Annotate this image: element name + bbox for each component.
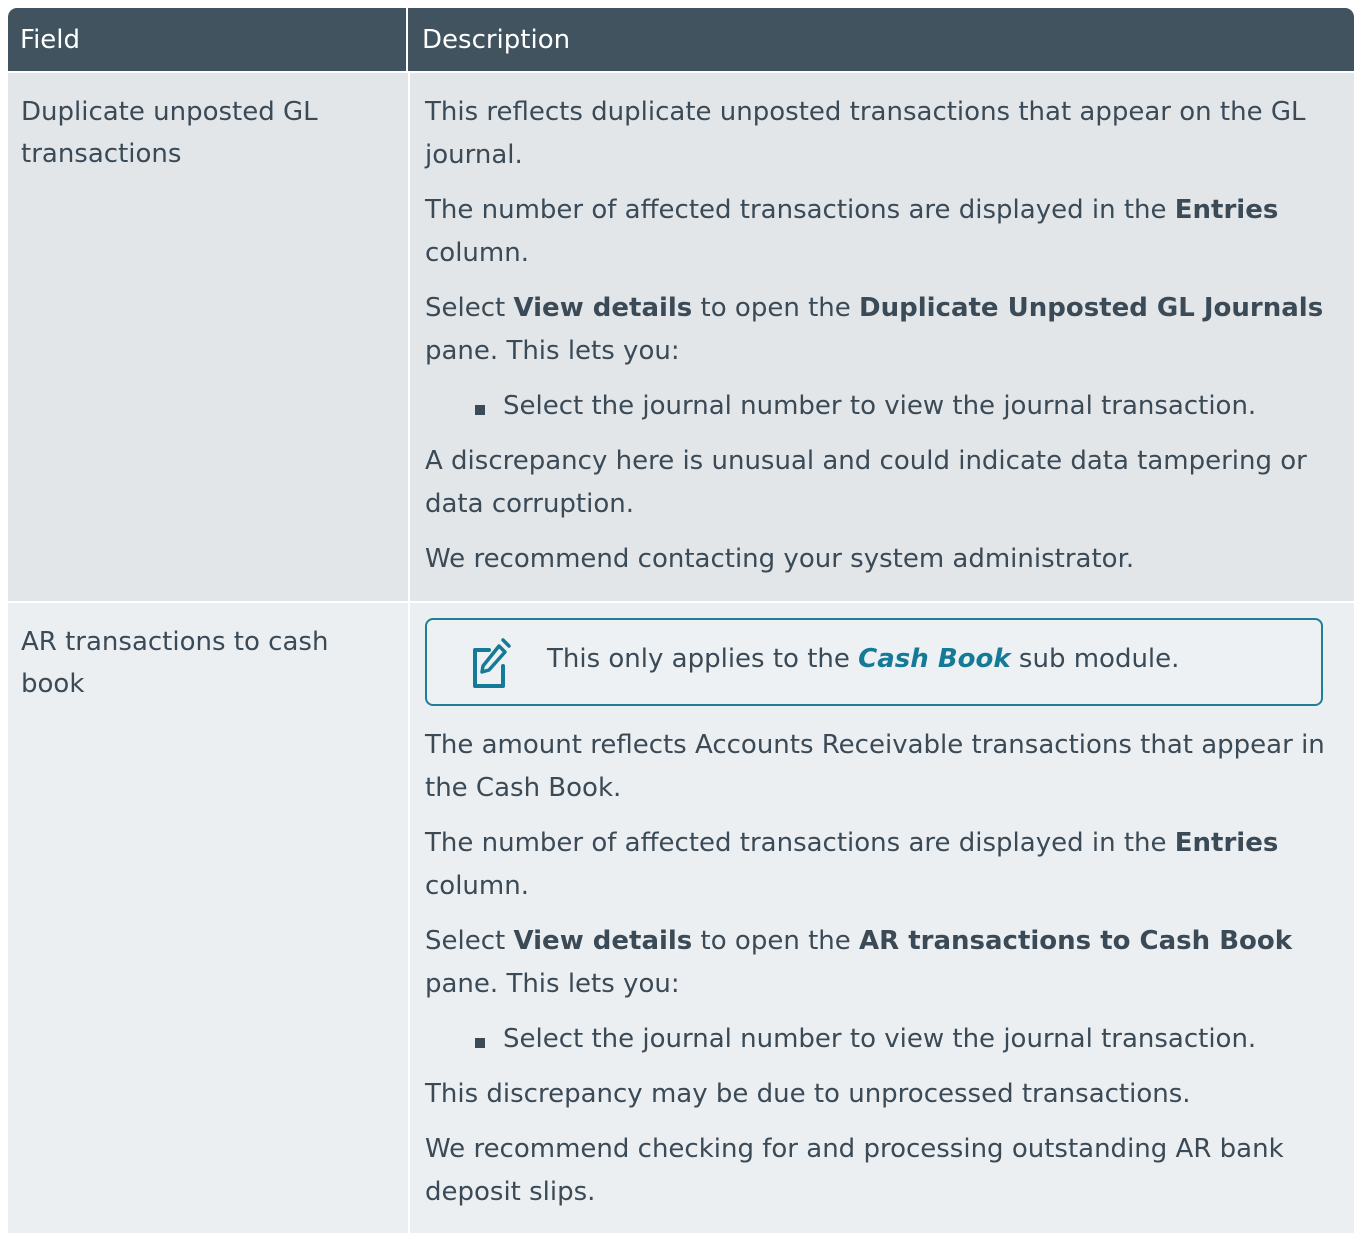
- bullet-list: Select the journal number to view the jo…: [425, 1018, 1342, 1061]
- text-span: pane. This lets you:: [425, 336, 680, 366]
- bold-term: Entries: [1174, 828, 1279, 858]
- header-field: Field: [8, 8, 408, 71]
- bold-term: Duplicate Unposted GL Journals: [859, 293, 1324, 323]
- description-paragraph: We recommend checking for and processing…: [425, 1134, 1284, 1207]
- note-pencil-icon: [469, 636, 511, 690]
- text-span: This only applies to the: [547, 644, 859, 674]
- bold-term: View details: [513, 293, 693, 323]
- text-span: sub module.: [1010, 644, 1180, 674]
- note-callout: This only applies to the Cash Book sub m…: [425, 618, 1323, 706]
- description-paragraph: The number of affected transactions are …: [425, 822, 1342, 908]
- description-paragraph: The number of affected transactions are …: [425, 189, 1342, 275]
- text-span: The number of affected transactions are …: [425, 828, 1175, 858]
- table-header: Field Description: [8, 8, 1354, 73]
- field-description: This only applies to the Cash Book sub m…: [410, 603, 1354, 1233]
- text-span: column.: [425, 238, 529, 268]
- description-paragraph: The amount reflects Accounts Receivable …: [425, 730, 1325, 803]
- description-paragraph: This reflects duplicate unposted transac…: [425, 97, 1306, 170]
- cash-book-link[interactable]: Cash Book: [858, 644, 1011, 674]
- table-row: Duplicate unposted GL transactions This …: [8, 73, 1354, 603]
- text-span: to open the: [692, 926, 860, 956]
- text-span: Select: [425, 293, 514, 323]
- text-span: column.: [425, 871, 529, 901]
- text-span: Select: [425, 926, 514, 956]
- description-paragraph: Select View details to open the Duplicat…: [425, 287, 1342, 373]
- field-name: Duplicate unposted GL transactions: [8, 73, 410, 601]
- bold-term: View details: [513, 926, 693, 956]
- header-description: Description: [422, 24, 571, 55]
- list-item: Select the journal number to view the jo…: [475, 385, 1342, 428]
- text-span: to open the: [692, 293, 860, 323]
- bold-term: Entries: [1174, 195, 1279, 225]
- field-name: AR transactions to cash book: [8, 603, 410, 1233]
- fields-table: Field Description Duplicate unposted GL …: [8, 8, 1354, 1233]
- description-paragraph: Select View details to open the AR trans…: [425, 920, 1342, 1006]
- field-description: This reflects duplicate unposted transac…: [410, 73, 1354, 601]
- text-span: The number of affected transactions are …: [425, 195, 1175, 225]
- table-row: AR transactions to cash book This only a…: [8, 603, 1354, 1233]
- description-paragraph: We recommend contacting your system admi…: [425, 544, 1135, 574]
- text-span: pane. This lets you:: [425, 969, 680, 999]
- bold-term: AR transactions to Cash Book: [859, 926, 1293, 956]
- note-text: This only applies to the Cash Book sub m…: [547, 639, 1179, 679]
- list-item: Select the journal number to view the jo…: [475, 1018, 1342, 1061]
- description-paragraph: This discrepancy may be due to unprocess…: [425, 1079, 1191, 1109]
- description-paragraph: A discrepancy here is unusual and could …: [425, 446, 1307, 519]
- bullet-list: Select the journal number to view the jo…: [425, 385, 1342, 428]
